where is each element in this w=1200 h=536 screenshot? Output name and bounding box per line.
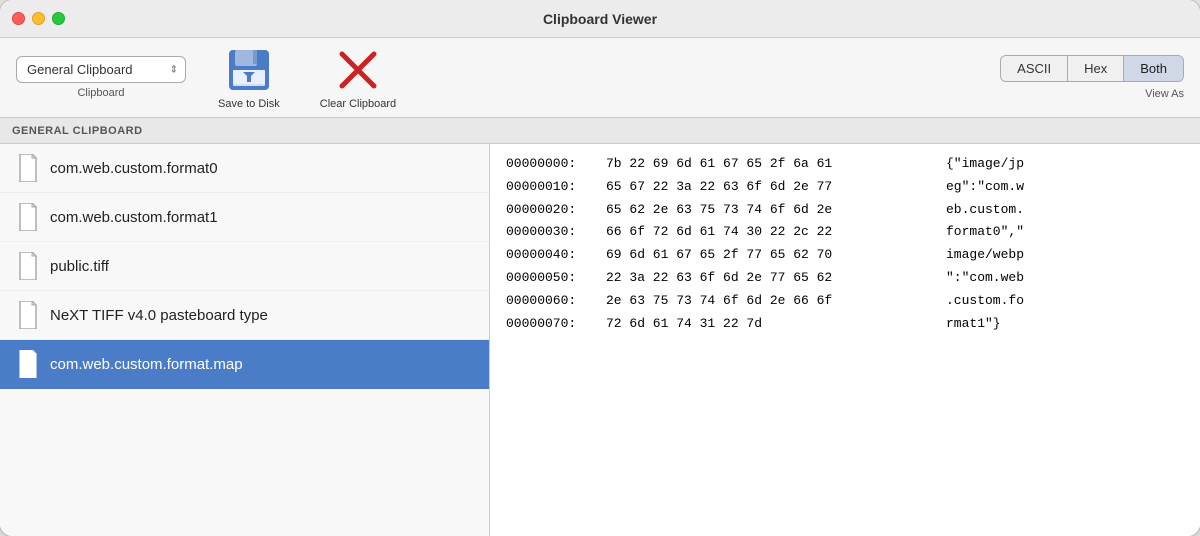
file-icon [16,350,40,378]
view-as-buttons: ASCII Hex Both [1000,55,1184,82]
clipboard-dropdown-wrapper: General Clipboard Find Clipboard ⇕ [16,56,186,83]
hex-ascii: rmat1"} [946,314,1001,335]
hex-bytes: 65 62 2e 63 75 73 74 6f 6d 2e [606,200,946,221]
hex-bytes: 69 6d 61 67 65 2f 77 65 62 70 [606,245,946,266]
hex-offset: 00000030: [506,222,606,243]
traffic-lights [12,12,65,25]
section-header-text: GENERAL CLIPBOARD [12,125,143,137]
hex-line: 00000030: 66 6f 72 6d 61 74 30 22 2c 22 … [506,222,1184,243]
minimize-button[interactable] [32,12,45,25]
hex-ascii: {"image/jp [946,154,1024,175]
maximize-button[interactable] [52,12,65,25]
sidebar-item-label: com.web.custom.format.map [50,356,243,373]
file-icon [16,252,40,280]
file-icon [16,154,40,182]
save-icon [225,46,273,94]
hex-line: 00000010: 65 67 22 3a 22 63 6f 6d 2e 77 … [506,177,1184,198]
hex-offset: 00000070: [506,314,606,335]
hex-offset: 00000040: [506,245,606,266]
main-window: Clipboard Viewer General Clipboard Find … [0,0,1200,536]
hex-bytes: 7b 22 69 6d 61 67 65 2f 6a 61 [606,154,946,175]
hex-ascii: image/webp [946,245,1024,266]
hex-ascii: eg":"com.w [946,177,1024,198]
toolbar-right: ASCII Hex Both View As [1000,55,1184,100]
hex-bytes: 22 3a 22 63 6f 6d 2e 77 65 62 [606,268,946,289]
hex-line: 00000060: 2e 63 75 73 74 6f 6d 2e 66 6f … [506,291,1184,312]
hex-line: 00000050: 22 3a 22 63 6f 6d 2e 77 65 62 … [506,268,1184,289]
sidebar-item-map[interactable]: com.web.custom.format.map [0,340,489,389]
toolbar: General Clipboard Find Clipboard ⇕ Clipb… [0,38,1200,118]
hex-bytes: 2e 63 75 73 74 6f 6d 2e 66 6f [606,291,946,312]
toolbar-left: General Clipboard Find Clipboard ⇕ Clipb… [16,42,404,114]
hex-bytes: 72 6d 61 74 31 22 7d [606,314,946,335]
file-icon [16,203,40,231]
hex-line: 00000000: 7b 22 69 6d 61 67 65 2f 6a 61 … [506,154,1184,175]
title-bar: Clipboard Viewer [0,0,1200,38]
hex-bytes: 66 6f 72 6d 61 74 30 22 2c 22 [606,222,946,243]
sidebar-item-format1[interactable]: com.web.custom.format1 [0,193,489,242]
hex-offset: 00000050: [506,268,606,289]
hex-offset: 00000060: [506,291,606,312]
sidebar-item-tiff[interactable]: public.tiff [0,242,489,291]
hex-ascii: eb.custom. [946,200,1024,221]
ascii-view-button[interactable]: ASCII [1001,56,1068,81]
hex-area: 00000000: 7b 22 69 6d 61 67 65 2f 6a 61 … [490,144,1200,536]
clipboard-select-wrapper: General Clipboard Find Clipboard ⇕ Clipb… [16,56,186,99]
clear-label: Clear Clipboard [320,98,396,110]
close-button[interactable] [12,12,25,25]
window-title: Clipboard Viewer [543,11,657,27]
save-to-disk-button[interactable]: Save to Disk [210,42,288,114]
sidebar: com.web.custom.format0 com.web.custom.fo… [0,144,490,536]
sidebar-item-label: public.tiff [50,258,109,275]
hex-offset: 00000010: [506,177,606,198]
clear-clipboard-button[interactable]: Clear Clipboard [312,42,404,114]
clear-icon [334,46,382,94]
hex-line: 00000020: 65 62 2e 63 75 73 74 6f 6d 2e … [506,200,1184,221]
sidebar-item-next[interactable]: NeXT TIFF v4.0 pasteboard type [0,291,489,340]
hex-line: 00000040: 69 6d 61 67 65 2f 77 65 62 70 … [506,245,1184,266]
hex-offset: 00000000: [506,154,606,175]
hex-ascii: .custom.fo [946,291,1024,312]
hex-ascii: ":"com.web [946,268,1024,289]
view-as-label: View As [1145,88,1184,100]
section-header: GENERAL CLIPBOARD [0,118,1200,144]
file-icon [16,301,40,329]
clipboard-select[interactable]: General Clipboard Find Clipboard [16,56,186,83]
save-label: Save to Disk [218,98,280,110]
sidebar-item-label: com.web.custom.format1 [50,209,218,226]
hex-view-button[interactable]: Hex [1068,56,1124,81]
hex-offset: 00000020: [506,200,606,221]
sidebar-item-format0[interactable]: com.web.custom.format0 [0,144,489,193]
hex-line: 00000070: 72 6d 61 74 31 22 7d rmat1"} [506,314,1184,335]
clipboard-label: Clipboard [77,87,124,99]
hex-ascii: format0"," [946,222,1024,243]
main-content: com.web.custom.format0 com.web.custom.fo… [0,144,1200,536]
sidebar-item-label: NeXT TIFF v4.0 pasteboard type [50,307,268,324]
sidebar-item-label: com.web.custom.format0 [50,160,218,177]
hex-bytes: 65 67 22 3a 22 63 6f 6d 2e 77 [606,177,946,198]
both-view-button[interactable]: Both [1124,56,1183,81]
